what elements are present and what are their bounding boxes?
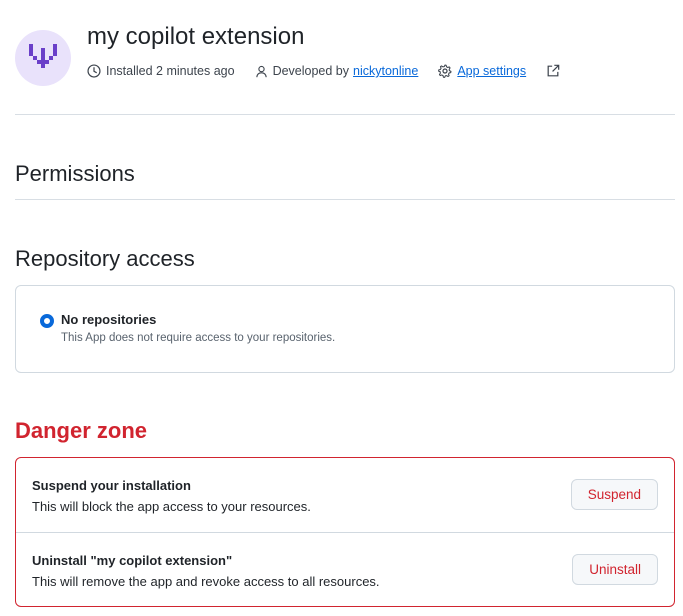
external-link-icon	[547, 64, 560, 77]
clock-icon	[87, 64, 101, 78]
no-repositories-radio[interactable]	[40, 314, 54, 328]
permissions-title: Permissions	[15, 161, 135, 186]
app-avatar	[15, 30, 71, 86]
app-settings-link[interactable]: App settings	[457, 64, 526, 78]
person-icon	[255, 65, 267, 77]
app-title: my copilot extension	[87, 23, 305, 50]
developer-link[interactable]: nickytonline	[353, 64, 418, 78]
header-divider	[15, 114, 675, 115]
uninstall-button[interactable]: Uninstall	[572, 554, 658, 585]
permissions-divider	[15, 199, 675, 200]
external-link[interactable]	[546, 64, 560, 78]
no-repositories-label[interactable]: No repositories	[61, 312, 156, 327]
gear-icon	[438, 64, 452, 78]
uninstall-title: Uninstall "my copilot extension"	[32, 553, 233, 568]
app-settings[interactable]: App settings	[438, 64, 526, 78]
repository-access-box: No repositories This App does not requir…	[15, 285, 675, 373]
danger-zone-box: Suspend your installation This will bloc…	[15, 457, 675, 607]
uninstall-description: This will remove the app and revoke acce…	[32, 574, 380, 589]
suspend-row: Suspend your installation This will bloc…	[16, 458, 674, 532]
no-repositories-description: This App does not require access to your…	[61, 332, 336, 344]
installed-info: Installed 2 minutes ago	[87, 64, 235, 78]
developer-info: Developed by nickytonline	[255, 64, 418, 78]
danger-zone-title: Danger zone	[15, 418, 148, 443]
copilot-extension-logo-icon	[29, 44, 57, 68]
uninstall-row: Uninstall "my copilot extension" This wi…	[16, 532, 674, 606]
suspend-description: This will block the app access to your r…	[32, 499, 311, 514]
developed-by-text: Developed by	[272, 64, 350, 78]
app-meta-row: Installed 2 minutes ago Developed by nic…	[87, 61, 560, 81]
repository-access-title: Repository access	[15, 246, 195, 271]
installed-text: Installed 2 minutes ago	[106, 64, 235, 78]
suspend-title: Suspend your installation	[32, 478, 191, 493]
suspend-button[interactable]: Suspend	[570, 479, 658, 510]
